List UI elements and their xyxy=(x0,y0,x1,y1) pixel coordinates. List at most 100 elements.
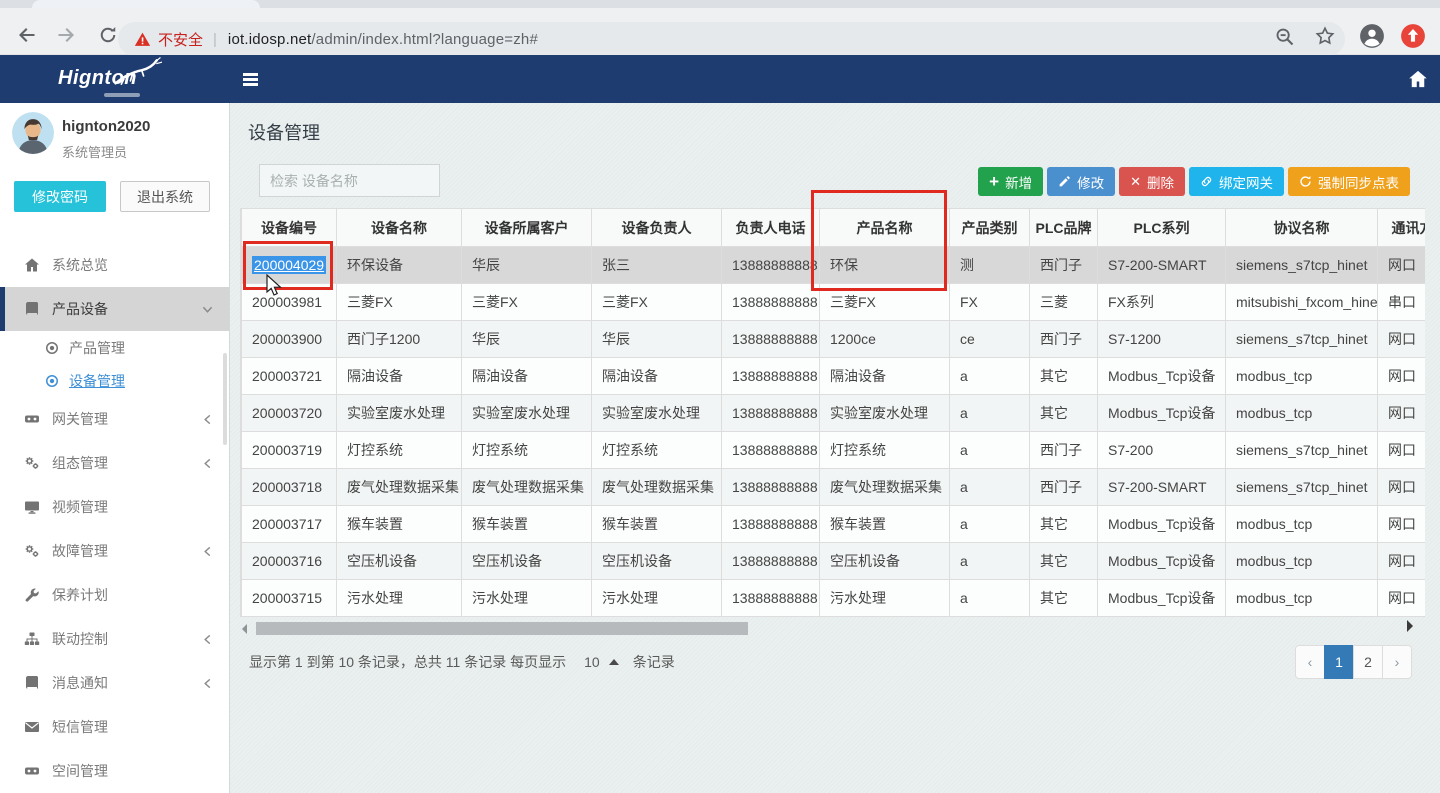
table-cell[interactable]: 三菱FX xyxy=(337,284,462,321)
table-cell[interactable]: a xyxy=(950,469,1030,506)
table-cell[interactable]: 灯控系统 xyxy=(337,432,462,469)
table-cell[interactable]: 废气处理数据采集 xyxy=(462,469,592,506)
table-cell[interactable]: 网口 xyxy=(1378,321,1426,358)
sidebar-item-fault-manage[interactable]: 故障管理 xyxy=(0,529,229,573)
table-cell[interactable]: siemens_s7tcp_hinet xyxy=(1226,469,1378,506)
home-button[interactable] xyxy=(1408,69,1428,89)
table-cell[interactable]: 13888888888 xyxy=(722,247,820,284)
table-cell[interactable]: 13888888888 xyxy=(722,395,820,432)
table-cell[interactable]: S7-200-SMART xyxy=(1098,469,1226,506)
table-cell[interactable]: 猴车装置 xyxy=(337,506,462,543)
table-cell[interactable]: 其它 xyxy=(1030,395,1098,432)
scroll-left-icon[interactable] xyxy=(242,624,247,634)
sidebar-item-product-manage[interactable]: 产品管理 xyxy=(0,331,229,364)
sidebar-item-maintenance-plan[interactable]: 保养计划 xyxy=(0,573,229,617)
table-cell[interactable]: 西门子 xyxy=(1030,321,1098,358)
table-cell[interactable]: 实验室废水处理 xyxy=(592,395,722,432)
table-cell[interactable]: 200003718 xyxy=(242,469,337,506)
change-password-button[interactable]: 修改密码 xyxy=(14,181,106,212)
table-cell[interactable]: 200003716 xyxy=(242,543,337,580)
table-cell[interactable]: 三菱FX xyxy=(592,284,722,321)
table-cell[interactable]: 200003900 xyxy=(242,321,337,358)
browser-reload-button[interactable] xyxy=(97,24,119,46)
table-cell[interactable]: 13888888888 xyxy=(722,321,820,358)
scroll-right-icon[interactable] xyxy=(1407,620,1413,632)
table-cell[interactable]: 废气处理数据采集 xyxy=(592,469,722,506)
table-cell[interactable]: siemens_s7tcp_hinet xyxy=(1226,247,1378,284)
table-cell[interactable]: a xyxy=(950,358,1030,395)
table-cell[interactable]: 隔油设备 xyxy=(592,358,722,395)
table-cell[interactable]: 200003715 xyxy=(242,580,337,617)
table-cell[interactable]: 实验室废水处理 xyxy=(462,395,592,432)
table-row[interactable]: 200003900西门子1200华辰华辰138888888881200cece西… xyxy=(242,321,1426,358)
table-cell[interactable]: 隔油设备 xyxy=(820,358,950,395)
delete-button[interactable]: ✕删除 xyxy=(1119,167,1185,196)
browser-update-button[interactable] xyxy=(1400,23,1426,49)
table-cell[interactable]: 环保设备 xyxy=(337,247,462,284)
table-cell[interactable]: 张三 xyxy=(592,247,722,284)
sidebar-toggle-button[interactable] xyxy=(243,71,261,87)
table-cell[interactable]: modbus_tcp xyxy=(1226,358,1378,395)
table-cell[interactable]: a xyxy=(950,432,1030,469)
table-cell[interactable]: 其它 xyxy=(1030,358,1098,395)
table-cell[interactable]: FX xyxy=(950,284,1030,321)
page-size-select[interactable]: 10 xyxy=(584,654,619,670)
table-cell[interactable]: Modbus_Tcp设备 xyxy=(1098,506,1226,543)
table-cell[interactable]: 13888888888 xyxy=(722,580,820,617)
table-cell[interactable]: 网口 xyxy=(1378,580,1426,617)
table-row[interactable]: 200003716空压机设备空压机设备空压机设备13888888888空压机设备… xyxy=(242,543,1426,580)
table-cell[interactable]: 猴车装置 xyxy=(592,506,722,543)
sidebar-scrollbar[interactable] xyxy=(223,353,227,445)
table-cell[interactable]: Modbus_Tcp设备 xyxy=(1098,358,1226,395)
table-cell[interactable]: 西门子1200 xyxy=(337,321,462,358)
table-cell[interactable]: S7-1200 xyxy=(1098,321,1226,358)
add-button[interactable]: +新增 xyxy=(978,167,1043,196)
table-cell[interactable]: 猴车装置 xyxy=(820,506,950,543)
table-cell[interactable]: 灯控系统 xyxy=(820,432,950,469)
browser-tab[interactable] xyxy=(32,0,260,8)
table-cell[interactable]: a xyxy=(950,543,1030,580)
table-cell[interactable]: modbus_tcp xyxy=(1226,395,1378,432)
table-cell[interactable]: 三菱 xyxy=(1030,284,1098,321)
table-cell[interactable]: 隔油设备 xyxy=(462,358,592,395)
bind-gateway-button[interactable]: 绑定网关 xyxy=(1189,167,1284,196)
table-cell[interactable]: 污水处理 xyxy=(337,580,462,617)
table-cell[interactable]: 废气处理数据采集 xyxy=(337,469,462,506)
logout-button[interactable]: 退出系统 xyxy=(120,181,210,212)
table-cell[interactable]: 实验室废水处理 xyxy=(820,395,950,432)
search-input[interactable] xyxy=(259,164,440,197)
table-cell[interactable]: 污水处理 xyxy=(592,580,722,617)
table-cell[interactable]: 网口 xyxy=(1378,432,1426,469)
sidebar-item-device-manage[interactable]: 设备管理 xyxy=(0,364,229,397)
table-row[interactable]: 200003719灯控系统灯控系统灯控系统13888888888灯控系统a西门子… xyxy=(242,432,1426,469)
browser-profile-button[interactable] xyxy=(1359,23,1385,49)
table-cell[interactable]: 13888888888 xyxy=(722,469,820,506)
page-nav-button[interactable]: ‹ xyxy=(1295,645,1325,679)
table-cell[interactable]: Modbus_Tcp设备 xyxy=(1098,543,1226,580)
table-cell[interactable]: 200003720 xyxy=(242,395,337,432)
table-cell[interactable]: 灯控系统 xyxy=(462,432,592,469)
zoom-button[interactable] xyxy=(1274,26,1296,48)
table-cell[interactable]: S7-200 xyxy=(1098,432,1226,469)
table-cell[interactable]: 13888888888 xyxy=(722,284,820,321)
sidebar-item-sms-manage[interactable]: 短信管理 xyxy=(0,705,229,749)
table-cell[interactable]: 网口 xyxy=(1378,247,1426,284)
table-cell[interactable]: 200003717 xyxy=(242,506,337,543)
table-cell[interactable]: 空压机设备 xyxy=(462,543,592,580)
table-cell[interactable]: siemens_s7tcp_hinet xyxy=(1226,321,1378,358)
table-cell[interactable]: a xyxy=(950,506,1030,543)
browser-back-button[interactable] xyxy=(16,24,38,46)
table-cell[interactable]: 200003719 xyxy=(242,432,337,469)
table-cell[interactable]: 测 xyxy=(950,247,1030,284)
browser-forward-button[interactable] xyxy=(55,24,77,46)
table-cell[interactable]: 串口 xyxy=(1378,284,1426,321)
table-cell[interactable]: 灯控系统 xyxy=(592,432,722,469)
table-cell[interactable]: 200003721 xyxy=(242,358,337,395)
table-row[interactable]: 200003718废气处理数据采集废气处理数据采集废气处理数据采集1388888… xyxy=(242,469,1426,506)
table-cell[interactable]: 三菱FX xyxy=(462,284,592,321)
page-nav-button[interactable]: › xyxy=(1382,645,1412,679)
sidebar-item-system-overview[interactable]: 系统总览 xyxy=(0,243,229,287)
table-cell[interactable]: 13888888888 xyxy=(722,506,820,543)
table-cell[interactable]: 其它 xyxy=(1030,506,1098,543)
table-cell[interactable]: 其它 xyxy=(1030,543,1098,580)
